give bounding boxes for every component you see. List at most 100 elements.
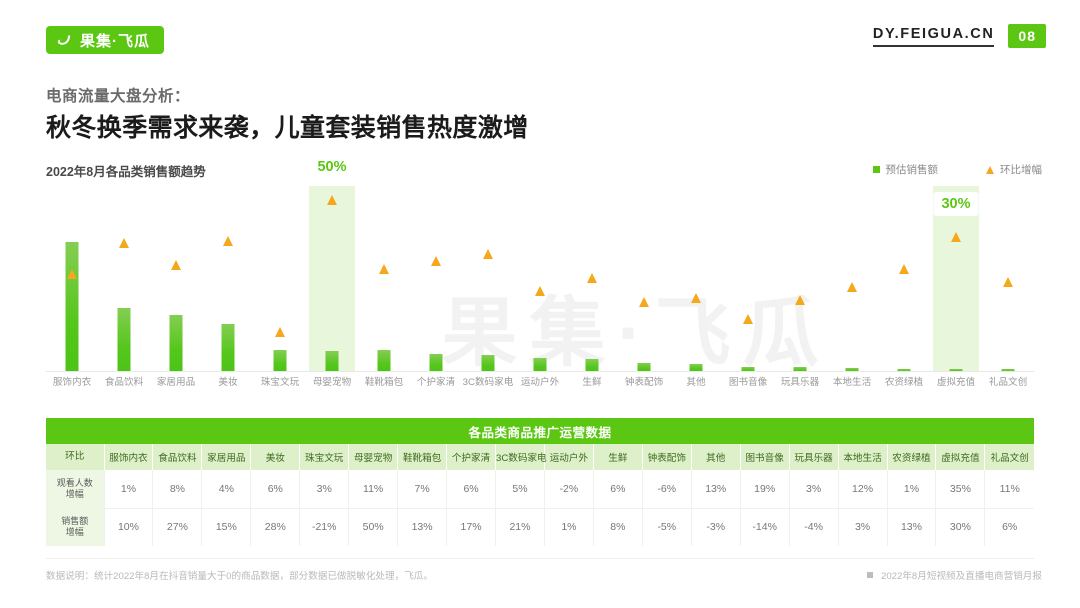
table-cell: 8% [152,470,203,509]
x-axis-label: 钟表配饰 [624,377,664,388]
chart-column [49,186,95,372]
chart-column: 30% [933,186,979,372]
brand-logo-text: 果集·飞瓜 [80,32,150,50]
page-header: 果集·飞瓜 DY.FEIGUA.CN 08 [0,0,1080,62]
chart-bar [481,355,495,372]
chart-column [257,186,303,372]
table-cell: 27% [152,508,203,546]
chart-growth-marker [326,195,337,206]
chart-growth-marker [846,282,857,293]
table-column-header: 美妆 [250,444,301,470]
chart-column [205,186,251,372]
chart-bar [325,351,339,372]
chart-growth-marker [742,313,753,324]
x-axis-label: 虚拟充值 [936,377,976,388]
chart-column [881,186,927,372]
swoosh-icon [56,32,73,49]
x-axis-label: 运动户外 [520,377,560,388]
table-cell: -6% [642,470,692,509]
table-cell: 6% [446,470,496,509]
table-column-header: 玩具乐器 [789,444,839,470]
category-data-table: 各品类商品推广运营数据 环比 服饰内衣 食品饮料 家居用品 美妆 珠宝文玩 母婴宠物 鞋靴箱包… [46,418,1034,546]
table-cell: 13% [397,508,448,546]
table-cell: 1% [887,470,937,509]
chart-bar [533,357,547,372]
table-column-header: 3C数码家电 [495,444,547,470]
chart-column: 50% [309,155,355,372]
sales-trend-chart: 果集·飞瓜 50% 30% 服饰内衣 食品饮料 家居用品 美妆 珠宝文玩 母婴宠物 鞋靴箱包个… [46,155,1034,394]
legend-label: 预估销售额 [885,164,939,176]
table-column-header: 母婴宠物 [348,444,399,470]
chart-plot-area: 果集·飞瓜 50% 30% [46,155,1034,376]
chart-column [361,186,407,372]
table-column-header: 运动户外 [544,444,594,470]
chart-bar [65,242,79,372]
chart-growth-marker [222,235,233,246]
header-right: DY.FEIGUA.CN 08 [872,24,1046,48]
chart-growth-marker [898,263,909,274]
x-axis-label: 生鲜 [582,377,602,388]
table-cell: -4% [789,508,839,546]
x-axis-label: 服饰内衣 [52,377,92,388]
table-cell: 15% [201,508,252,546]
table-cell: 30% [935,508,986,546]
table-cell: 11% [348,470,399,509]
chart-column [673,186,719,372]
table-cell: -14% [740,508,790,546]
table-cell: 4% [201,470,252,509]
x-axis-label: 3C数码家电 [462,377,514,388]
x-axis-label: 家居用品 [156,377,196,388]
chart-growth-marker [950,232,961,243]
table-column-header: 鞋靴箱包 [397,444,448,470]
square-marker-icon [872,166,880,173]
chart-growth-marker [638,297,649,307]
footer-divider [46,558,1034,559]
chart-column [725,186,771,372]
chart-callout-label: 50% [309,155,355,180]
chart-column [153,186,199,372]
legend-item-sales: 预估销售额 [872,162,939,177]
table-cell: 6% [250,470,301,509]
table-cell: 11% [984,470,1034,509]
table-body: 观看人数 增幅 1% 8% 4% 6% 3% 11% 7% 6% 5% -2% 6% -6% 13% 19% 3… [46,470,1034,546]
legend-item-growth: 环比增幅 [986,162,1042,177]
x-axis-label: 珠宝文玩 [260,377,300,388]
x-axis-label: 美妆 [218,377,238,388]
slide-page: 果集·飞瓜 DY.FEIGUA.CN 08 电商流量大盘分析： 秋冬换季需求来袭… [0,0,1080,608]
legend-label: 环比增幅 [1000,164,1042,176]
table-cell: -5% [642,508,692,546]
x-axis-label: 农资绿植 [884,377,924,388]
table-column-header: 食品饮料 [152,444,203,470]
chart-callout-label: 30% [933,192,979,217]
table-cell: 28% [250,508,301,546]
chart-column [413,186,459,372]
table-corner-header: 环比 [46,444,105,470]
footer-note: 数据说明：统计2022年8月在抖音销量大于0的商品数据，部分数据已做脱敏化处理，… [46,571,433,582]
chart-legend: 预估销售额 环比增幅 [872,162,1042,177]
table-row: 销售额 增幅 10% 27% 15% 28% -21% 50% 13% 17% 21% 1% 8% -5%… [46,508,1034,546]
page-title: 秋冬换季需求来袭，儿童套装销售热度激增 [46,114,529,142]
brand-logo[interactable]: 果集·飞瓜 [46,26,164,54]
table-cell: -3% [691,508,741,546]
table-cell: 5% [495,470,545,509]
table-cell: 1% [544,508,594,546]
x-axis-label: 礼品文创 [988,377,1028,388]
table-cell: -2% [544,470,594,509]
site-url: DY.FEIGUA.CN [872,26,995,47]
table-cell: 3% [789,470,839,509]
chart-column [621,186,667,372]
chart-column [829,186,875,372]
triangle-marker-icon [986,165,994,174]
table-row-header: 观看人数 增幅 [46,470,105,509]
table-title: 各品类商品推广运营数据 [46,418,1034,444]
chart-bar [273,349,287,372]
table-cell: 10% [104,508,154,546]
table-cell: 50% [348,508,399,546]
table-row-header: 销售额 增幅 [46,508,105,546]
square-bullet-icon [867,572,873,578]
table-cell: 8% [593,508,643,546]
table-column-header: 个护家清 [446,444,496,470]
x-axis-label: 食品饮料 [104,377,144,388]
table-cell: 6% [593,470,643,509]
table-column-header: 钟表配饰 [642,444,692,470]
